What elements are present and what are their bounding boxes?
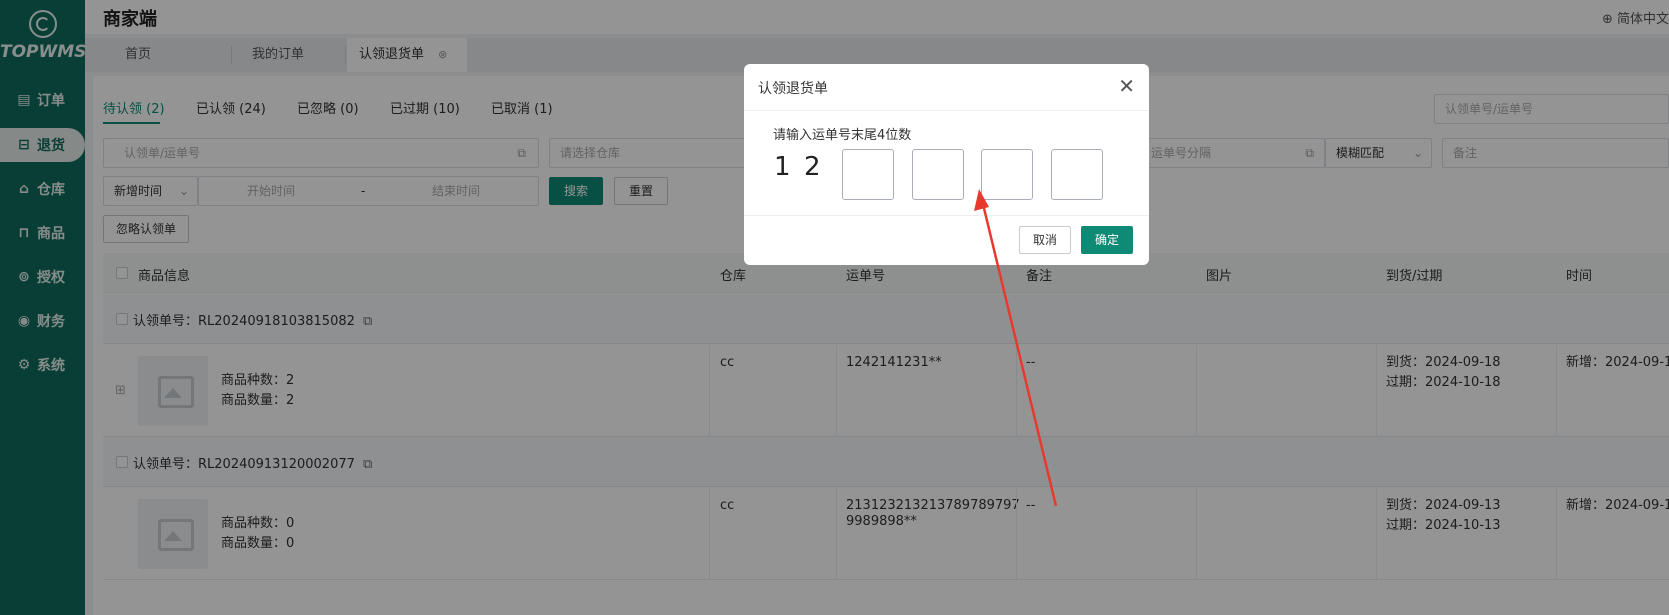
close-icon[interactable]: ✕	[1118, 74, 1135, 98]
digit-input-1[interactable]	[842, 149, 894, 200]
dialog-hint: 请输入运单号末尾4位数	[773, 128, 912, 143]
digit-input-2[interactable]	[912, 149, 964, 200]
confirm-button[interactable]: 确定	[1081, 226, 1133, 254]
digit-input-4[interactable]	[1051, 149, 1103, 200]
prefix-digit: 2	[804, 152, 821, 182]
claim-return-dialog: 认领退货单 ✕ 请输入运单号末尾4位数 1 2 取消 确定	[744, 64, 1149, 265]
dialog-divider	[744, 215, 1149, 216]
cancel-button[interactable]: 取消	[1019, 226, 1071, 254]
dialog-divider	[744, 110, 1149, 111]
prefix-digit: 1	[774, 152, 791, 182]
dialog-title: 认领退货单	[758, 81, 828, 97]
digit-input-3[interactable]	[981, 149, 1033, 200]
